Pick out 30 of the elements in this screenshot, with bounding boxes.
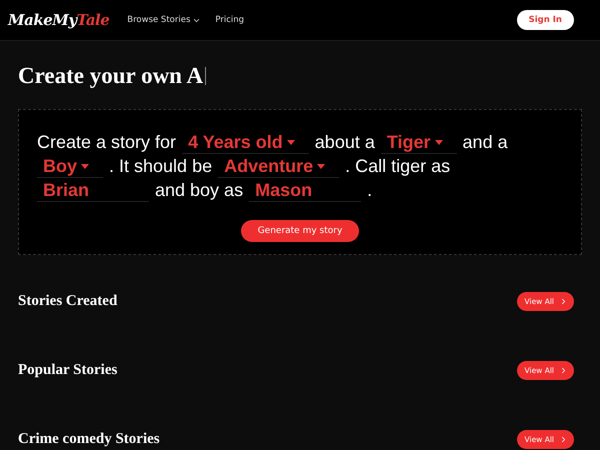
sentence-text: Create a story for bbox=[37, 131, 176, 154]
dropdown-select[interactable]: Tiger bbox=[380, 132, 457, 154]
logo[interactable]: MakeMyTale bbox=[8, 11, 110, 29]
sentence-text: and boy as bbox=[155, 179, 244, 202]
nav-link[interactable]: Pricing bbox=[215, 15, 244, 25]
sentence-text: about a bbox=[314, 131, 375, 154]
sentence-text: . It should be bbox=[109, 155, 212, 178]
section-title: Popular Stories bbox=[18, 362, 118, 379]
text-cursor bbox=[205, 67, 206, 85]
sentence-text: and a bbox=[462, 131, 508, 154]
nav-link[interactable]: Browse Stories bbox=[127, 15, 202, 25]
sentence-text: . bbox=[367, 179, 372, 202]
chevron-right-icon bbox=[559, 435, 568, 444]
sign-in-button[interactable]: Sign In bbox=[516, 10, 574, 30]
section-title: Stories Created bbox=[18, 293, 118, 310]
generate-button[interactable]: Generate my story bbox=[240, 220, 360, 242]
chevron-right-icon bbox=[559, 366, 568, 375]
name-input[interactable]: Brian bbox=[37, 180, 149, 202]
name-input[interactable]: Mason bbox=[249, 180, 362, 202]
dropdown-select[interactable]: Adventure bbox=[218, 156, 340, 178]
caret-icon bbox=[434, 140, 443, 145]
sentence-text: . Call tiger as bbox=[345, 155, 450, 178]
chevron-right-icon bbox=[559, 297, 568, 306]
caret-icon bbox=[317, 164, 326, 169]
dropdown-select[interactable]: 4 Years old bbox=[182, 132, 309, 154]
dropdown-select[interactable]: Boy bbox=[37, 156, 104, 178]
caret-icon bbox=[286, 140, 295, 145]
caret-icon bbox=[81, 164, 90, 169]
section-title: Crime comedy Stories bbox=[18, 431, 160, 448]
page-heading: Create your own A bbox=[18, 63, 204, 89]
